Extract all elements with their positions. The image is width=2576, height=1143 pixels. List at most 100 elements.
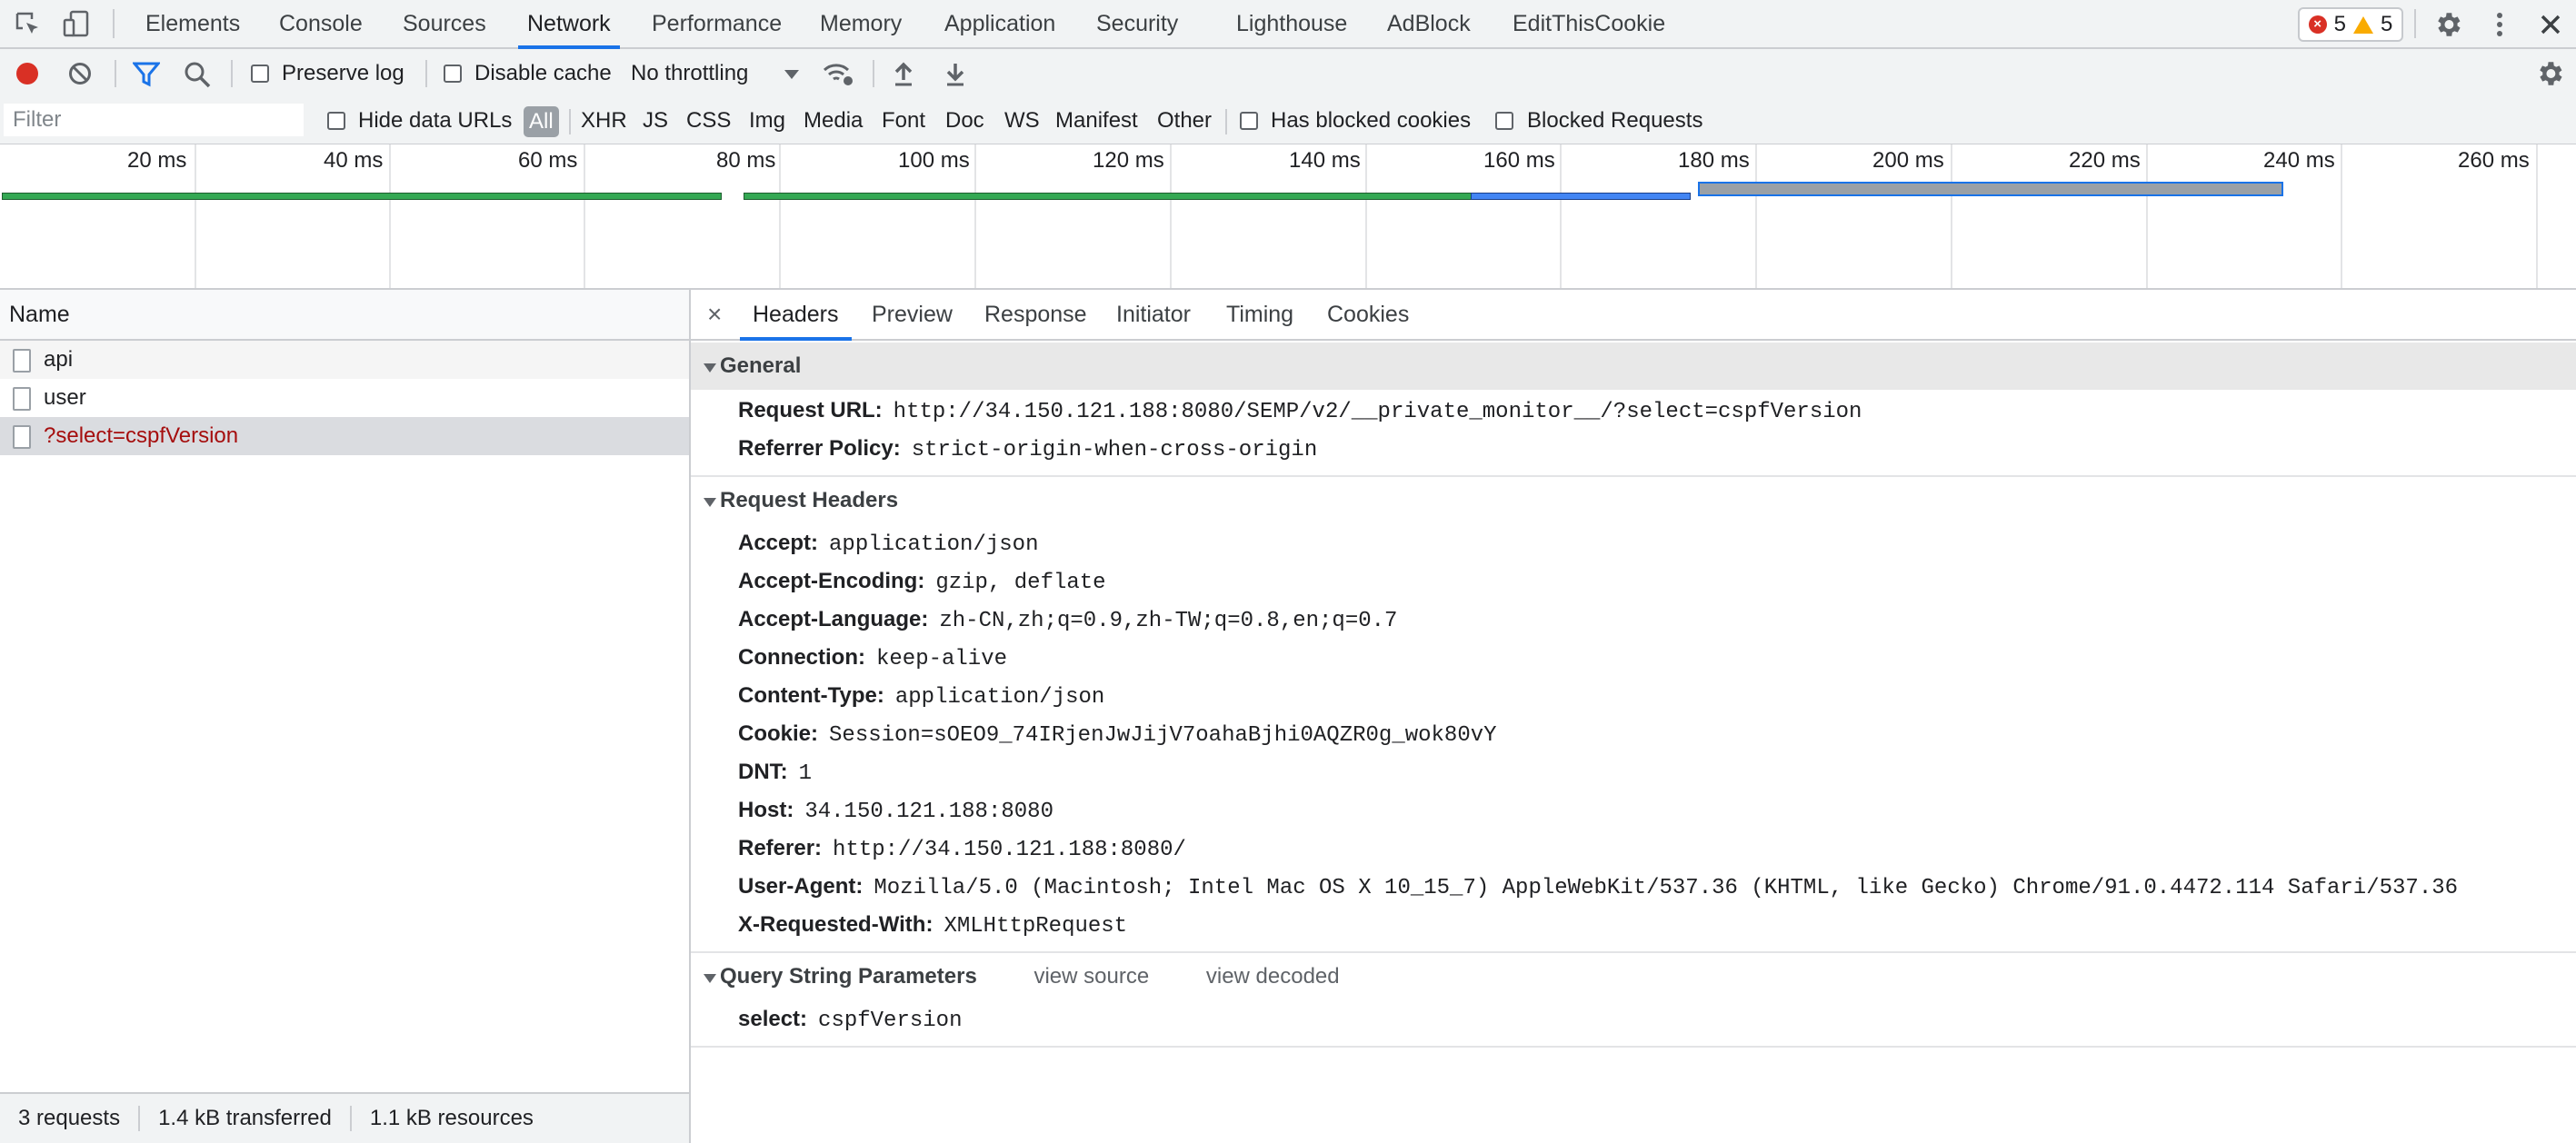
tab-lighthouse[interactable]: Lighthouse — [1236, 0, 1347, 47]
header-value: 1 — [798, 761, 813, 786]
has-blocked-cookies-label[interactable]: Has blocked cookies — [1271, 98, 1471, 144]
blocked-requests-label[interactable]: Blocked Requests — [1527, 98, 1702, 144]
timeline-tick: 160 ms — [1483, 148, 1555, 173]
has-blocked-cookies-checkbox[interactable] — [1240, 112, 1258, 130]
filter-type-img[interactable]: Img — [749, 98, 785, 144]
header-key: Referer: — [738, 836, 823, 860]
header-key: DNT: — [738, 760, 788, 784]
tab-performance[interactable]: Performance — [652, 0, 782, 47]
header-value: gzip, deflate — [935, 571, 1106, 595]
header-key: User-Agent: — [738, 874, 864, 899]
clear-icon[interactable] — [67, 61, 93, 86]
tab-preview[interactable]: Preview — [872, 290, 953, 339]
request-headers-section-toggle[interactable]: Request Headers — [691, 477, 2576, 524]
filter-type-other[interactable]: Other — [1157, 98, 1212, 144]
record-icon[interactable] — [15, 61, 40, 86]
timeline-gridline — [2146, 144, 2148, 288]
query-params-section-toggle[interactable]: Query String Parameters view source view… — [691, 953, 2576, 1000]
tab-memory[interactable]: Memory — [820, 0, 902, 47]
filter-type-ws[interactable]: WS — [1004, 98, 1040, 144]
timeline-gridline — [2341, 144, 2342, 288]
hide-data-urls-checkbox[interactable] — [327, 112, 345, 130]
preserve-log-label[interactable]: Preserve log — [282, 61, 404, 86]
header-value: XMLHttpRequest — [944, 914, 1128, 939]
network-settings-gear-icon[interactable] — [2534, 58, 2565, 89]
chevron-down-icon[interactable] — [784, 69, 800, 80]
name-column-header[interactable]: Name — [0, 290, 689, 341]
network-overview-timeline[interactable]: 20 ms 40 ms 60 ms 80 ms 100 ms 120 ms 14… — [0, 144, 2576, 290]
export-har-icon[interactable] — [944, 60, 966, 87]
inspect-element-icon[interactable] — [15, 11, 42, 38]
timeline-tick: 120 ms — [1093, 148, 1164, 173]
more-options-icon[interactable] — [2489, 9, 2511, 40]
blocked-requests-checkbox[interactable] — [1495, 112, 1513, 130]
search-icon[interactable] — [184, 61, 211, 88]
filter-icon[interactable] — [133, 62, 160, 87]
tab-network[interactable]: Network — [518, 0, 620, 49]
filter-type-xhr[interactable]: XHR — [581, 98, 627, 144]
document-icon — [13, 349, 31, 373]
filter-type-media[interactable]: Media — [804, 98, 863, 144]
preserve-log-checkbox[interactable] — [251, 65, 269, 83]
tab-security[interactable]: Security — [1096, 0, 1178, 47]
tab-response[interactable]: Response — [984, 290, 1087, 339]
header-row: Referer: http://34.150.121.188:8080/ — [691, 830, 2576, 868]
tab-sources[interactable]: Sources — [403, 0, 486, 47]
tab-console[interactable]: Console — [279, 0, 363, 47]
disable-cache-checkbox[interactable] — [444, 65, 462, 83]
header-row: X-Requested-With: XMLHttpRequest — [691, 906, 2576, 944]
device-toolbar-icon[interactable] — [62, 9, 91, 38]
header-row: Accept: application/json — [691, 524, 2576, 562]
header-value: Session=sOEO9_74IRjenJwJijV7oahaBjhi0AQZ… — [829, 723, 1497, 748]
header-value: http://34.150.121.188:8080/SEMP/v2/__pri… — [893, 400, 1862, 424]
issues-counter[interactable]: × 5 5 — [2298, 7, 2403, 42]
request-details-panel: × Headers Preview Response Initiator Tim… — [691, 290, 2576, 1143]
timeline-gridline — [195, 144, 196, 288]
request-bar-cspfversion — [1698, 182, 2283, 196]
tab-timing[interactable]: Timing — [1226, 290, 1293, 339]
request-row-user[interactable]: user — [0, 379, 689, 417]
tab-headers[interactable]: Headers — [740, 290, 851, 341]
general-section-toggle[interactable]: General — [691, 343, 2576, 390]
tab-application[interactable]: Application — [944, 0, 1055, 47]
tab-elements[interactable]: Elements — [145, 0, 240, 47]
timeline-gridline — [1365, 144, 1367, 288]
import-har-icon[interactable] — [893, 60, 914, 87]
filter-type-manifest[interactable]: Manifest — [1055, 98, 1138, 144]
timeline-tick: 180 ms — [1678, 148, 1750, 173]
settings-gear-icon[interactable] — [2432, 9, 2463, 40]
request-count: 3 requests — [0, 1106, 141, 1131]
timeline-gridline — [974, 144, 976, 288]
timeline-gridline — [389, 144, 391, 288]
filter-type-font[interactable]: Font — [882, 98, 925, 144]
throttling-select[interactable]: No throttling — [631, 61, 748, 86]
header-key: Accept-Encoding: — [738, 569, 925, 593]
network-toolbar: Preserve log Disable cache No throttling — [0, 49, 2576, 100]
view-decoded-link[interactable]: view decoded — [1206, 964, 1340, 989]
timeline-tick: 220 ms — [2069, 148, 2141, 173]
request-row-cspfversion[interactable]: ?select=cspfVersion — [0, 417, 689, 455]
close-details-icon[interactable]: × — [707, 290, 722, 339]
hide-data-urls-label[interactable]: Hide data URLs — [358, 98, 512, 144]
section-title: Request Headers — [720, 488, 899, 512]
filter-type-all[interactable]: All — [524, 106, 559, 137]
filter-type-doc[interactable]: Doc — [945, 98, 984, 144]
header-value: 34.150.121.188:8080 — [804, 800, 1053, 824]
view-source-link[interactable]: view source — [1033, 964, 1149, 989]
timeline-tick: 40 ms — [324, 148, 384, 173]
tab-editthiscookie[interactable]: EditThisCookie — [1513, 0, 1665, 47]
disable-cache-label[interactable]: Disable cache — [474, 61, 612, 86]
close-devtools-icon[interactable] — [2538, 12, 2563, 37]
filter-type-js[interactable]: JS — [643, 98, 668, 144]
request-row-api[interactable]: api — [0, 341, 689, 379]
header-key: Request URL: — [738, 398, 883, 422]
filter-type-css[interactable]: CSS — [686, 98, 731, 144]
request-list: Name api user ?select=cspfVersion 3 requ… — [0, 290, 691, 1143]
tab-initiator[interactable]: Initiator — [1116, 290, 1191, 339]
filter-input[interactable] — [4, 104, 304, 136]
network-conditions-icon[interactable] — [822, 60, 854, 87]
tab-adblock[interactable]: AdBlock — [1387, 0, 1471, 47]
timeline-gridline — [779, 144, 781, 288]
timeline-gridline — [1755, 144, 1757, 288]
tab-cookies[interactable]: Cookies — [1327, 290, 1409, 339]
